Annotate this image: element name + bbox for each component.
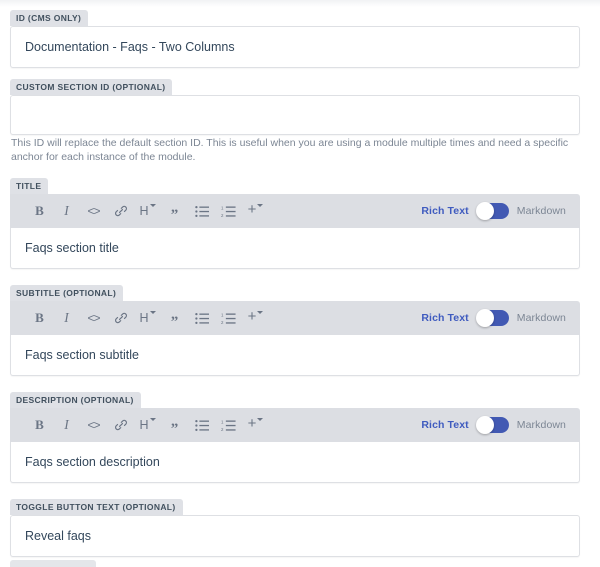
field-title: TITLE B I <> H ” 12 + Rich Text Markdown… <box>10 176 580 269</box>
svg-text:2: 2 <box>221 319 224 324</box>
link-icon[interactable] <box>107 199 134 223</box>
source-code-icon[interactable]: <> <box>80 413 107 437</box>
heading-icon[interactable]: H <box>134 199 161 223</box>
bold-icon[interactable]: B <box>26 413 53 437</box>
blockquote-icon[interactable]: ” <box>161 413 188 437</box>
italic-icon[interactable]: I <box>53 199 80 223</box>
field-description: DESCRIPTION (OPTIONAL) B I <> H ” 12 + R… <box>10 390 580 483</box>
svg-text:1: 1 <box>221 419 224 424</box>
numbered-list-icon[interactable]: 12 <box>215 306 242 330</box>
editor-body-description[interactable]: Faqs section description <box>10 442 580 483</box>
field-label-toggle-button-text: TOGGLE BUTTON TEXT (OPTIONAL) <box>10 499 183 515</box>
editor-mode-toggle-group-subtitle: Rich Text Markdown <box>421 309 566 327</box>
input-toggle-button-text[interactable]: Reveal faqs <box>10 515 580 557</box>
numbered-list-icon[interactable]: 12 <box>215 413 242 437</box>
markdown-mode-label[interactable]: Markdown <box>517 419 566 431</box>
markdown-mode-label[interactable]: Markdown <box>517 205 566 217</box>
rich-text-editor-subtitle: B I <> H ” 12 + Rich Text Markdown Faqs … <box>10 301 580 376</box>
link-icon[interactable] <box>107 306 134 330</box>
bold-icon[interactable]: B <box>26 306 53 330</box>
editor-toolbar-description: B I <> H ” 12 + Rich Text Markdown <box>10 408 580 442</box>
field-label-description: DESCRIPTION (OPTIONAL) <box>10 392 141 408</box>
svg-text:2: 2 <box>221 426 224 431</box>
source-code-icon[interactable]: <> <box>80 306 107 330</box>
helper-text-custom-section-id: This ID will replace the default section… <box>11 137 569 163</box>
insert-more-icon[interactable]: + <box>242 413 269 437</box>
field-label-custom-section-id: CUSTOM SECTION ID (OPTIONAL) <box>10 79 173 95</box>
bulleted-list-icon[interactable] <box>188 306 215 330</box>
svg-text:1: 1 <box>221 205 224 210</box>
editor-mode-toggle-group-description: Rich Text Markdown <box>421 416 566 434</box>
bold-icon[interactable]: B <box>26 199 53 223</box>
svg-text:1: 1 <box>221 312 224 317</box>
rich-text-mode-label[interactable]: Rich Text <box>421 205 468 217</box>
input-id-cms-only[interactable]: Documentation - Faqs - Two Columns <box>10 26 580 68</box>
italic-icon[interactable]: I <box>53 413 80 437</box>
editor-body-subtitle[interactable]: Faqs section subtitle <box>10 335 580 376</box>
source-code-icon[interactable]: <> <box>80 199 107 223</box>
heading-icon[interactable]: H <box>134 306 161 330</box>
input-custom-section-id[interactable] <box>10 95 580 135</box>
svg-text:2: 2 <box>221 212 224 217</box>
blockquote-icon[interactable]: ” <box>161 199 188 223</box>
toolbar-tools: B I <> H ” 12 + <box>26 199 269 223</box>
bulleted-list-icon[interactable] <box>188 413 215 437</box>
insert-more-icon[interactable]: + <box>242 199 269 223</box>
top-shade <box>0 0 600 7</box>
next-field-label-tab-partial <box>10 560 96 567</box>
field-subtitle: SUBTITLE (OPTIONAL) B I <> H ” 12 + Rich… <box>10 283 580 376</box>
toolbar-tools: B I <> H ” 12 + <box>26 306 269 330</box>
rich-text-mode-label[interactable]: Rich Text <box>421 419 468 431</box>
numbered-list-icon[interactable]: 12 <box>215 199 242 223</box>
field-label-id-cms-only: ID (CMS ONLY) <box>10 10 89 26</box>
field-toggle-button-text: TOGGLE BUTTON TEXT (OPTIONAL) Reveal faq… <box>10 497 580 557</box>
markdown-mode-label[interactable]: Markdown <box>517 312 566 324</box>
switch-knob <box>475 309 494 327</box>
italic-icon[interactable]: I <box>53 306 80 330</box>
editor-mode-switch[interactable] <box>475 202 509 220</box>
editor-mode-switch[interactable] <box>475 416 509 434</box>
editor-mode-switch[interactable] <box>475 309 509 327</box>
editor-mode-toggle-group-title: Rich Text Markdown <box>421 202 566 220</box>
editor-toolbar-title: B I <> H ” 12 + Rich Text Markdown <box>10 194 580 228</box>
switch-knob <box>475 416 494 434</box>
field-custom-section-id: CUSTOM SECTION ID (OPTIONAL) <box>10 77 580 135</box>
toolbar-tools: B I <> H ” 12 + <box>26 413 269 437</box>
bulleted-list-icon[interactable] <box>188 199 215 223</box>
heading-icon[interactable]: H <box>134 413 161 437</box>
switch-knob <box>475 202 494 220</box>
editor-body-title[interactable]: Faqs section title <box>10 228 580 269</box>
module-settings-form: ID (CMS ONLY) Documentation - Faqs - Two… <box>0 0 600 567</box>
blockquote-icon[interactable]: ” <box>161 306 188 330</box>
rich-text-mode-label[interactable]: Rich Text <box>421 312 468 324</box>
editor-toolbar-subtitle: B I <> H ” 12 + Rich Text Markdown <box>10 301 580 335</box>
field-id-cms-only: ID (CMS ONLY) Documentation - Faqs - Two… <box>10 8 580 68</box>
rich-text-editor-description: B I <> H ” 12 + Rich Text Markdown Faqs … <box>10 408 580 483</box>
insert-more-icon[interactable]: + <box>242 306 269 330</box>
link-icon[interactable] <box>107 413 134 437</box>
rich-text-editor-title: B I <> H ” 12 + Rich Text Markdown Faqs … <box>10 194 580 269</box>
field-label-title: TITLE <box>10 178 49 194</box>
field-label-subtitle: SUBTITLE (OPTIONAL) <box>10 285 124 301</box>
